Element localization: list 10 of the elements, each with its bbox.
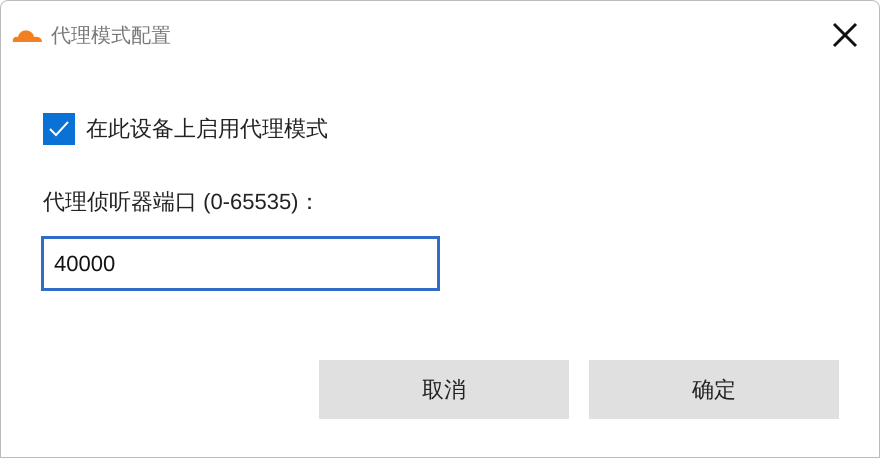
input-field[interactable]: 40000 [41, 236, 440, 291]
cloud-icon [11, 28, 43, 42]
checkbox-label: 在此设备上启用代理模式 [86, 115, 328, 143]
close-icon [831, 21, 859, 49]
checkbox[interactable] [43, 113, 75, 145]
dialog-button[interactable]: 取消 [319, 360, 569, 419]
dialog-button[interactable]: 确定 [589, 360, 839, 419]
close-button[interactable] [831, 21, 859, 49]
window-title: 代理模式配置 [51, 24, 171, 48]
field-label: 代理侦听器端口 (0-65535)： [43, 188, 322, 216]
